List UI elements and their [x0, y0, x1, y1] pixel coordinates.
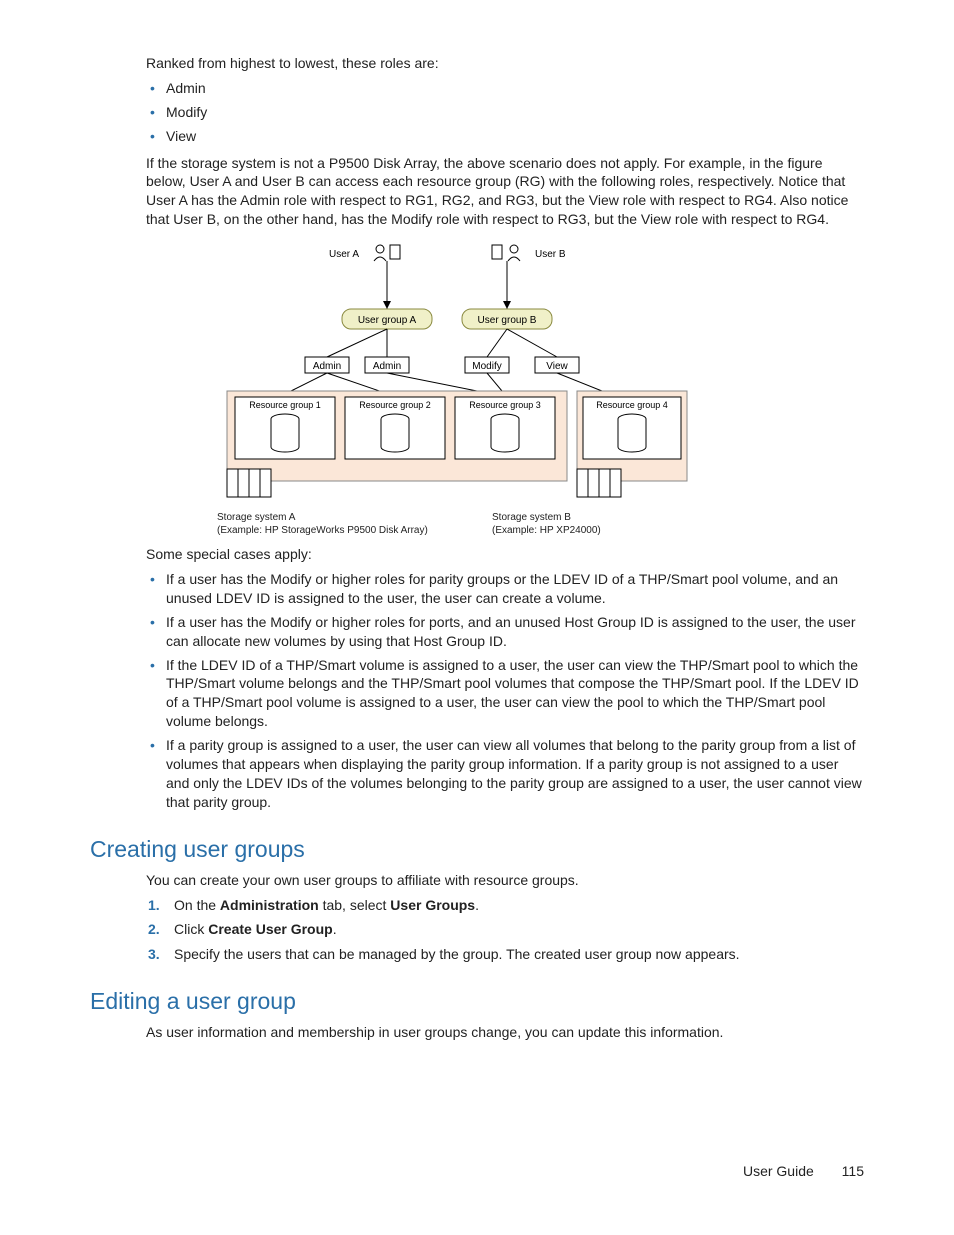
list-item: View [146, 127, 864, 146]
special-case-text: If a user has the Modify or higher roles… [166, 571, 838, 606]
special-case-text: If a user has the Modify or higher roles… [166, 614, 856, 649]
resource-group-2: Resource group 2 [345, 397, 445, 459]
caption-b-sub: (Example: HP XP24000) [492, 524, 737, 537]
resource-group-4: Resource group 4 [583, 397, 681, 459]
user-group-b-label: User group B [478, 315, 537, 326]
role-admin-label: Admin [313, 361, 341, 372]
caption-b-title: Storage system B [492, 511, 737, 524]
user-a-label: User A [329, 249, 359, 260]
section1-intro: You can create your own user groups to a… [146, 871, 864, 890]
steps-list: 1. On the Administration tab, select Use… [146, 896, 864, 965]
role-modify-label: Modify [472, 361, 501, 372]
list-item: If a parity group is assigned to a user,… [146, 736, 864, 812]
step-item: 1. On the Administration tab, select Use… [146, 896, 864, 915]
user-icon [492, 245, 520, 261]
step-item: 3. Specify the users that can be managed… [146, 945, 864, 964]
list-item: If a user has the Modify or higher roles… [146, 613, 864, 651]
list-item: If the LDEV ID of a THP/Smart volume is … [146, 656, 864, 732]
page-number: 115 [842, 1163, 864, 1179]
rg3-label: Resource group 3 [469, 400, 541, 410]
section2-intro: As user information and membership in us… [146, 1023, 864, 1042]
section-editing-user-group: Editing a user group [90, 988, 864, 1015]
footer-label: User Guide [743, 1163, 814, 1179]
paragraph: If the storage system is not a P9500 Dis… [146, 154, 864, 230]
step-text: Specify the users that can be managed by… [174, 946, 740, 962]
step-item: 2. Click Create User Group. [146, 920, 864, 939]
diagram-figure: User A User B User group A User gro [90, 239, 864, 537]
section-creating-user-groups: Creating user groups [90, 836, 864, 863]
special-cases-list: If a user has the Modify or higher roles… [146, 570, 864, 812]
diagram-captions: Storage system A (Example: HP StorageWor… [217, 511, 737, 537]
step-bold: User Groups [390, 897, 475, 913]
roles-list: Admin Modify View [146, 79, 864, 146]
special-case-text: If the LDEV ID of a THP/Smart volume is … [166, 657, 859, 730]
role-admin-label-2: Admin [373, 361, 401, 372]
role-view-label: View [546, 361, 568, 372]
step-text: . [475, 897, 479, 913]
special-cases-intro: Some special cases apply: [146, 545, 864, 564]
user-icon [374, 245, 400, 261]
page-footer: User Guide 115 [743, 1163, 864, 1179]
role-label: Admin [166, 80, 206, 96]
list-item: Modify [146, 103, 864, 122]
list-item: Admin [146, 79, 864, 98]
role-label: Modify [166, 104, 207, 120]
caption-a-title: Storage system A [217, 511, 462, 524]
rg2-label: Resource group 2 [359, 400, 431, 410]
role-label: View [166, 128, 196, 144]
step-text: . [333, 921, 337, 937]
step-text: On the [174, 897, 220, 913]
rg4-label: Resource group 4 [596, 400, 668, 410]
storage-icon [577, 469, 621, 497]
storage-icon [227, 469, 271, 497]
user-group-a-label: User group A [358, 315, 417, 326]
rg1-label: Resource group 1 [249, 400, 321, 410]
step-bold: Create User Group [208, 921, 332, 937]
step-text: tab, select [319, 897, 391, 913]
step-text: Click [174, 921, 208, 937]
special-case-text: If a parity group is assigned to a user,… [166, 737, 862, 810]
step-bold: Administration [220, 897, 319, 913]
user-b-label: User B [535, 249, 566, 260]
list-item: If a user has the Modify or higher roles… [146, 570, 864, 608]
caption-a-sub: (Example: HP StorageWorks P9500 Disk Arr… [217, 524, 462, 537]
intro-text: Ranked from highest to lowest, these rol… [146, 54, 864, 73]
resource-group-1: Resource group 1 [235, 397, 335, 459]
resource-group-3: Resource group 3 [455, 397, 555, 459]
